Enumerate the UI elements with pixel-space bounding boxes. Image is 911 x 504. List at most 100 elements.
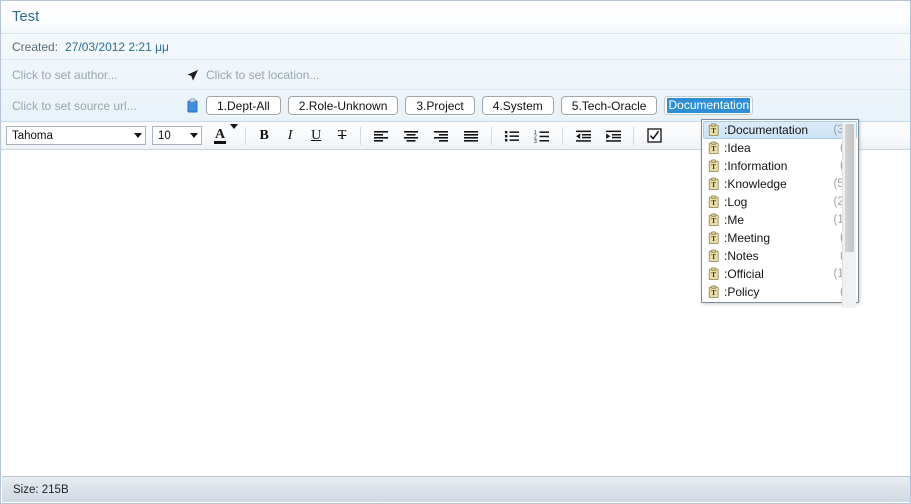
created-label: Created: (12, 39, 59, 54)
align-justify-icon (464, 130, 479, 142)
svg-text:3: 3 (534, 139, 537, 143)
font-family-value: Tahoma (12, 129, 53, 142)
svg-text:T: T (711, 253, 716, 261)
chevron-down-icon (230, 123, 239, 143)
metadata-panel: Created: 27/03/2012 2:21 μμ Click to set… (1, 34, 910, 122)
window-titlebar: Test (1, 1, 910, 34)
dropdown-scrollbar-thumb[interactable] (845, 124, 854, 252)
tag-suggestion-label: :Knowledge (724, 177, 787, 191)
tag-suggestion-label: :Documentation (724, 123, 809, 137)
svg-text:T: T (711, 199, 716, 207)
status-bar: Size: 215B (2, 476, 910, 502)
underline-button[interactable]: U (303, 125, 329, 147)
increase-indent-button[interactable] (598, 125, 628, 147)
bold-button[interactable]: B (251, 125, 277, 147)
checkbox-icon (646, 128, 662, 143)
tag-chip[interactable]: 3.Project (405, 96, 475, 115)
tag-suggestion-item[interactable]: T :Policy (9) (703, 283, 857, 301)
location-field[interactable]: Click to set location... (186, 68, 319, 82)
svg-text:T: T (711, 127, 716, 135)
checkbox-button[interactable] (639, 125, 669, 147)
strikethrough-label: T (337, 127, 347, 143)
note-title[interactable]: Test (12, 9, 39, 25)
tag-autocomplete-dropdown: T :Documentation (34) T :Idea (1) (701, 119, 859, 308)
source-url-field[interactable]: Click to set source url... (12, 99, 186, 113)
svg-text:T: T (711, 163, 716, 171)
tag-suggestion-label: :Me (724, 213, 745, 227)
tag-label-icon: T (707, 159, 720, 173)
tag-suggestion-item[interactable]: T :Official (13) (703, 265, 857, 283)
bullet-list-icon (505, 130, 520, 141)
tag-label-icon: T (707, 267, 720, 281)
tag-label-icon: T (707, 285, 720, 299)
underline-label: U (311, 127, 322, 143)
align-center-icon (404, 130, 419, 142)
align-left-icon (374, 130, 389, 142)
tag-suggestion-item[interactable]: T :Idea (1) (703, 139, 857, 157)
decrease-indent-icon (575, 130, 591, 142)
tag-input-value: Documentation (667, 98, 751, 113)
created-value: 27/03/2012 2:21 μμ (65, 39, 169, 54)
align-justify-button[interactable] (456, 125, 486, 147)
tag-suggestion-label: :Log (724, 195, 748, 209)
tag-suggestion-item[interactable]: T :Documentation (34) (703, 121, 857, 139)
tag-chip[interactable]: 1.Dept-All (206, 96, 281, 115)
tag-suggestion-label: :Idea (724, 141, 751, 155)
align-right-button[interactable] (426, 125, 456, 147)
dropdown-scrollbar[interactable] (842, 122, 856, 308)
tag-label-icon: T (707, 231, 720, 245)
tag-label-icon: T (707, 249, 720, 263)
italic-button[interactable]: I (277, 125, 303, 147)
align-right-icon (434, 130, 449, 142)
decrease-indent-button[interactable] (568, 125, 598, 147)
navigation-arrow-icon (186, 69, 199, 82)
source-tags-row: Click to set source url... 1.Dept-All 2.… (1, 90, 910, 121)
author-location-row: Click to set author... Click to set loca… (1, 60, 910, 90)
svg-text:T: T (711, 271, 716, 279)
tag-chip[interactable]: 4.System (481, 96, 554, 115)
bold-label: B (259, 127, 269, 143)
tag-suggestion-list: T :Documentation (34) T :Idea (1) (703, 121, 857, 308)
tag-suggestion-label: :Policy (724, 285, 760, 299)
tag-label-icon: T (707, 177, 720, 191)
font-family-select[interactable]: Tahoma (6, 126, 146, 145)
align-left-button[interactable] (366, 125, 396, 147)
chevron-down-icon (186, 133, 201, 138)
svg-text:T: T (711, 217, 716, 225)
toolbar-divider (491, 126, 493, 145)
tag-chip[interactable]: 5.Tech-Oracle (560, 96, 658, 115)
tag-suggestion-item[interactable]: T :Notes (1) (703, 247, 857, 265)
svg-text:T: T (711, 145, 716, 153)
tag-suggestion-item[interactable]: T :Knowledge (52) (703, 175, 857, 193)
align-center-button[interactable] (396, 125, 426, 147)
tag-suggestion-label: :Official (724, 267, 764, 281)
svg-text:T: T (711, 181, 716, 189)
tag-suggestion-item[interactable]: T :Log (20) (703, 193, 857, 211)
font-color-button[interactable]: A (210, 123, 240, 147)
tag-label-icon: T (707, 213, 720, 227)
tag-suggestion-item[interactable]: T :Information (3) (703, 157, 857, 175)
tag-label-icon: T (707, 123, 720, 137)
tag-chip[interactable]: 2.Role-Unknown (287, 96, 399, 115)
toolbar-divider (245, 126, 247, 145)
tag-suggestion-item[interactable]: T :Me (17) (703, 211, 857, 229)
clipboard-tag-icon (186, 97, 199, 114)
toolbar-divider (562, 126, 564, 145)
author-field[interactable]: Click to set author... (12, 68, 186, 82)
font-color-letter: A (214, 126, 227, 144)
size-status-text: Size: 215B (13, 483, 69, 496)
bullet-list-button[interactable] (497, 125, 527, 147)
strikethrough-button[interactable]: T (329, 125, 355, 147)
numbered-list-icon: 1 2 3 (534, 130, 550, 143)
italic-label: I (287, 127, 293, 143)
tag-suggestion-label: :Meeting (724, 231, 771, 245)
tag-suggestion-label: :Information (724, 159, 788, 173)
tag-suggestion-item[interactable]: T :Meeting (2) (703, 229, 857, 247)
font-size-select[interactable]: 10 (152, 126, 202, 145)
tag-label-icon: T (707, 141, 720, 155)
numbered-list-button[interactable]: 1 2 3 (527, 125, 557, 147)
tag-chip-list: 1.Dept-All 2.Role-Unknown 3.Project 4.Sy… (206, 96, 754, 115)
tag-input[interactable]: Documentation (664, 96, 754, 115)
svg-text:T: T (711, 289, 716, 297)
svg-text:T: T (711, 235, 716, 243)
